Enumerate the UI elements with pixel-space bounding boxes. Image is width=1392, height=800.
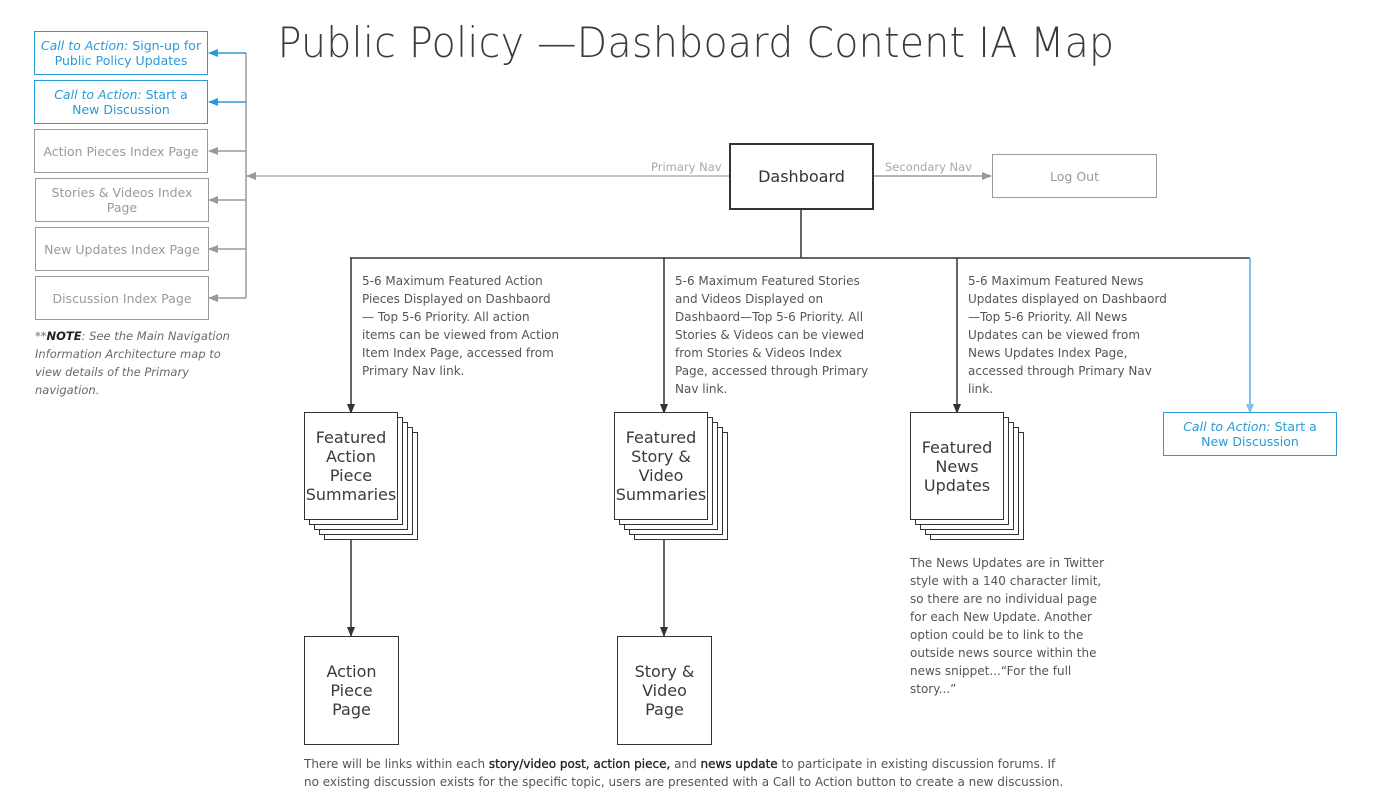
primary-nav-label: Primary Nav — [651, 160, 722, 174]
note-bold: NOTE — [46, 329, 82, 343]
cta-signup-box[interactable]: Call to Action: Sign-up for Public Polic… — [34, 31, 208, 75]
secondary-nav-label: Secondary Nav — [885, 160, 973, 174]
footer-text-1: There will be links within each — [304, 757, 489, 771]
cta-prefix: Call to Action: — [40, 38, 129, 53]
note-stars: ** — [35, 329, 47, 343]
col3-description: 5-6 Maximum Featured News Updates displa… — [968, 274, 1167, 396]
cta-prefix: Call to Action: — [1183, 419, 1271, 434]
footer-bold-1: story/video post, action piece, — [488, 757, 671, 771]
stories-videos-index-box[interactable]: Stories & Videos Index Page — [35, 178, 209, 222]
story-video-page-node[interactable]: Story & Video Page — [617, 636, 712, 745]
col1-description: 5-6 Maximum Featured Action Pieces Displ… — [362, 274, 560, 378]
stack-front-label: Featured Action Piece Summaries — [304, 412, 398, 520]
footer-note: There will be links within each story/vi… — [304, 755, 1064, 791]
action-piece-page-node[interactable]: Action Piece Page — [304, 636, 399, 745]
footer-bold-2: news update — [700, 757, 778, 771]
news-updates-footnote: The News Updates are in Twitter style wi… — [910, 556, 1105, 696]
cta-right-start-discussion[interactable]: Call to Action: Start a New Discussion — [1163, 412, 1337, 456]
navigation-note: **NOTE: See the Main Navigation Informat… — [35, 327, 235, 399]
action-pieces-index-box[interactable]: Action Pieces Index Page — [34, 129, 208, 173]
cta-prefix: Call to Action: — [54, 87, 142, 102]
discussion-index-box[interactable]: Discussion Index Page — [35, 276, 209, 320]
page-title: Public Policy —Dashboard Content IA Map — [277, 18, 1115, 67]
dashboard-node[interactable]: Dashboard — [729, 143, 874, 210]
stack-front-label: Featured Story & Video Summaries — [614, 412, 708, 520]
col2-description: 5-6 Maximum Featured Stories and Videos … — [675, 274, 869, 396]
logout-node[interactable]: Log Out — [992, 154, 1157, 198]
news-updates-index-box[interactable]: New Updates Index Page — [35, 227, 209, 271]
stack-front-label: Featured News Updates — [910, 412, 1004, 520]
cta-start-discussion-box[interactable]: Call to Action: Start a New Discussion — [34, 80, 208, 124]
footer-text-2: and — [670, 757, 701, 771]
